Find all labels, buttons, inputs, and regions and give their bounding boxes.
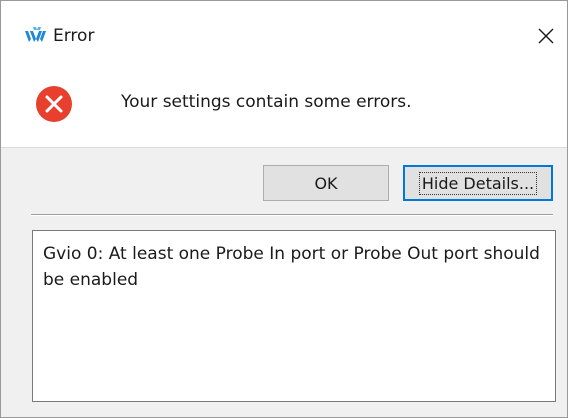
title-bar: Error — [1, 1, 567, 71]
error-message: Your settings contain some errors. — [121, 92, 412, 112]
hide-details-label: Hide Details... — [418, 171, 538, 195]
close-button[interactable] — [529, 19, 563, 53]
error-dialog: Error Your settings contain some errors.… — [0, 0, 568, 418]
message-area: Your settings contain some errors. — [1, 71, 567, 148]
window-title: Error — [53, 26, 95, 46]
hide-details-button[interactable]: Hide Details... — [403, 165, 553, 201]
close-icon — [538, 28, 554, 44]
ok-button[interactable]: OK — [263, 165, 389, 201]
error-icon — [35, 85, 73, 123]
separator — [31, 214, 553, 216]
error-details-text[interactable]: Gvio 0: At least one Probe In port or Pr… — [32, 230, 556, 402]
app-logo-icon — [25, 27, 47, 45]
